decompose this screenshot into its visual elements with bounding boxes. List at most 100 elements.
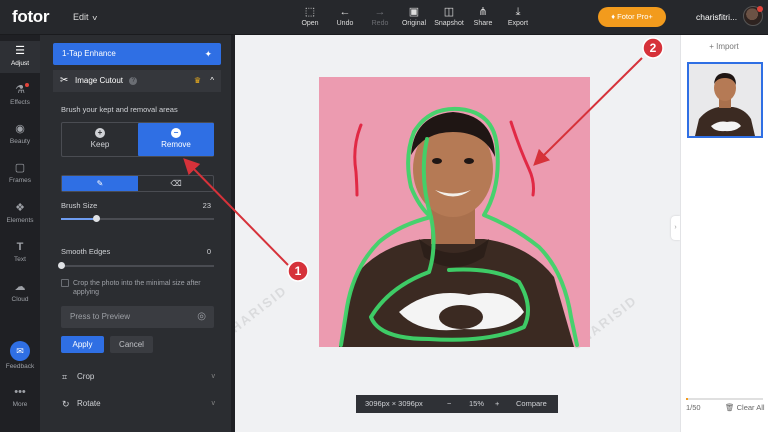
undo-button[interactable]: ← Undo bbox=[327, 5, 363, 27]
text-t-icon: T bbox=[16, 241, 24, 253]
edit-menu[interactable]: Edit v bbox=[73, 12, 97, 22]
brush-size-fill bbox=[61, 218, 97, 220]
undo-arrow-icon: ← bbox=[339, 6, 351, 18]
help-icon[interactable]: ? bbox=[129, 76, 138, 85]
smooth-edges-slider[interactable] bbox=[58, 262, 214, 269]
eye-icon: ◉ bbox=[15, 123, 25, 135]
undo-label: Undo bbox=[336, 20, 354, 27]
clear-all-button[interactable]: 🗑 Clear All bbox=[725, 403, 765, 412]
zoom-in-button[interactable]: + bbox=[495, 395, 499, 413]
crop-minimal-checkbox[interactable] bbox=[61, 279, 69, 287]
image-tray: + Import 1/50 🗑 Clear All bbox=[680, 35, 768, 432]
rail-label-cloud: Cloud bbox=[11, 296, 29, 303]
original-label: Original bbox=[401, 20, 427, 27]
fotor-pro-button[interactable]: ♦ Fotor Pro+ bbox=[598, 7, 666, 27]
canvas-area[interactable]: CHARISID CHARISID CHARISID bbox=[235, 35, 680, 432]
original-image-icon: ▣ bbox=[408, 6, 420, 18]
rotate-label: Rotate bbox=[77, 399, 101, 408]
export-label: Export bbox=[507, 20, 529, 27]
cancel-button[interactable]: Cancel bbox=[110, 336, 153, 353]
snapshot-button[interactable]: ◫ Snapshot bbox=[431, 5, 467, 27]
image-thumbnail[interactable] bbox=[687, 62, 763, 138]
rail-item-cloud[interactable]: ☁ Cloud bbox=[0, 280, 40, 303]
left-rail: ☰ Adjust ⚗ Effects ◉ Beauty ▢ Frames ❖ E… bbox=[0, 35, 40, 432]
cloud-icon: ☁ bbox=[14, 281, 26, 293]
rail-label-adjust: Adjust bbox=[10, 60, 30, 67]
rail-item-adjust[interactable]: ☰ Adjust bbox=[0, 41, 40, 73]
zoom-out-button[interactable]: − bbox=[447, 395, 451, 413]
tray-capacity-fill bbox=[686, 398, 688, 400]
image-cutout-title: Image Cutout bbox=[75, 76, 124, 85]
image-cutout-header[interactable]: ✂ Image Cutout ? ♛ ^ bbox=[53, 70, 221, 92]
rotate-section[interactable]: ↻ Rotate v bbox=[53, 393, 221, 415]
redo-button[interactable]: → Redo bbox=[362, 5, 398, 27]
zoom-level: 15% bbox=[469, 399, 485, 408]
original-button[interactable]: ▣ Original bbox=[396, 5, 432, 27]
chevron-right-icon: › bbox=[674, 224, 677, 231]
brush-size-label: Brush Size bbox=[61, 201, 98, 210]
open-button[interactable]: ⬚ Open bbox=[292, 5, 328, 27]
rail-label-more: More bbox=[12, 401, 28, 408]
rail-item-effects[interactable]: ⚗ Effects bbox=[0, 83, 40, 106]
fotor-pro-label: Fotor Pro+ bbox=[617, 12, 653, 21]
crop-label: Crop bbox=[77, 372, 95, 381]
sliders-icon: ☰ bbox=[15, 45, 25, 57]
brush-size-slider[interactable] bbox=[61, 215, 214, 222]
rail-item-beauty[interactable]: ◉ Beauty bbox=[0, 122, 40, 145]
top-bar: fotor Edit v ⬚ Open ← Undo → Redo ▣ Origi… bbox=[0, 0, 768, 35]
chevron-down-icon: v bbox=[211, 400, 216, 407]
rail-label-frames: Frames bbox=[8, 177, 32, 184]
smooth-edges-label: Smooth Edges bbox=[61, 247, 111, 256]
brush-size-value: 23 bbox=[202, 201, 211, 210]
username[interactable]: charisfitri... bbox=[696, 12, 737, 22]
remove-button[interactable]: − Remove bbox=[138, 123, 214, 156]
edited-photo[interactable] bbox=[319, 77, 590, 347]
share-label: Share bbox=[473, 20, 493, 27]
collapse-panel-handle[interactable]: › bbox=[671, 216, 680, 240]
adjust-panel: 1-Tap Enhance ✦ ✂ Image Cutout ? ♛ ^ Bru… bbox=[40, 35, 235, 432]
pencil-icon: ✎ bbox=[96, 179, 104, 188]
new-badge-dot bbox=[25, 83, 29, 87]
cutout-instruction: Brush your kept and removal areas bbox=[61, 105, 178, 114]
share-icon: ⋔ bbox=[478, 6, 488, 18]
crop-section[interactable]: ⌗ Crop v bbox=[53, 366, 221, 388]
tray-capacity-bar bbox=[686, 398, 763, 400]
rotate-icon: ↻ bbox=[62, 399, 70, 409]
rail-item-more[interactable]: ••• More bbox=[0, 385, 40, 408]
zoom-bar: 3096px × 3096px − 15% + Compare bbox=[356, 395, 558, 413]
import-button[interactable]: + Import bbox=[689, 39, 759, 55]
rail-item-feedback[interactable]: ✉ Feedback bbox=[0, 341, 40, 370]
plus-circle-icon: + bbox=[95, 128, 105, 138]
snapshot-label: Snapshot bbox=[434, 20, 464, 27]
magic-wand-icon: ✦ bbox=[204, 49, 212, 59]
press-to-preview-button[interactable]: Press to Preview ◎ bbox=[61, 306, 214, 328]
watermark: CHARISID bbox=[235, 282, 291, 343]
crop-icon: ⌗ bbox=[62, 372, 68, 382]
chat-bubble-icon: ✉ bbox=[10, 341, 30, 361]
brush-size-handle[interactable] bbox=[93, 215, 101, 222]
rail-label-beauty: Beauty bbox=[9, 138, 31, 145]
eraser-tool-button[interactable]: ⌫ bbox=[138, 176, 214, 191]
rail-item-elements[interactable]: ❖ Elements bbox=[0, 201, 40, 224]
pro-crown-icon: ♛ bbox=[193, 76, 201, 85]
minus-circle-icon: − bbox=[171, 128, 181, 138]
rail-item-frames[interactable]: ▢ Frames bbox=[0, 161, 40, 184]
keep-button[interactable]: + Keep bbox=[62, 123, 138, 156]
compare-button[interactable]: Compare bbox=[516, 395, 547, 413]
clear-all-label: Clear All bbox=[736, 403, 765, 412]
share-button[interactable]: ⋔ Share bbox=[465, 5, 501, 27]
fotor-logo[interactable]: fotor bbox=[12, 7, 50, 27]
one-tap-enhance-button[interactable]: 1-Tap Enhance ✦ bbox=[53, 43, 221, 65]
smooth-edges-handle[interactable] bbox=[58, 262, 65, 269]
rail-item-text[interactable]: T Text bbox=[0, 240, 40, 263]
chevron-up-icon[interactable]: ^ bbox=[210, 70, 214, 92]
trash-icon: 🗑 bbox=[725, 403, 737, 412]
avatar[interactable] bbox=[743, 6, 763, 26]
export-button[interactable]: ⤓ Export bbox=[500, 5, 536, 27]
export-download-icon: ⤓ bbox=[515, 6, 521, 18]
chevron-down-icon: v bbox=[211, 373, 216, 380]
keep-label: Keep bbox=[90, 140, 110, 149]
brush-tool-button[interactable]: ✎ bbox=[62, 176, 138, 191]
apply-button[interactable]: Apply bbox=[61, 336, 104, 353]
rail-label-text: Text bbox=[14, 256, 26, 263]
